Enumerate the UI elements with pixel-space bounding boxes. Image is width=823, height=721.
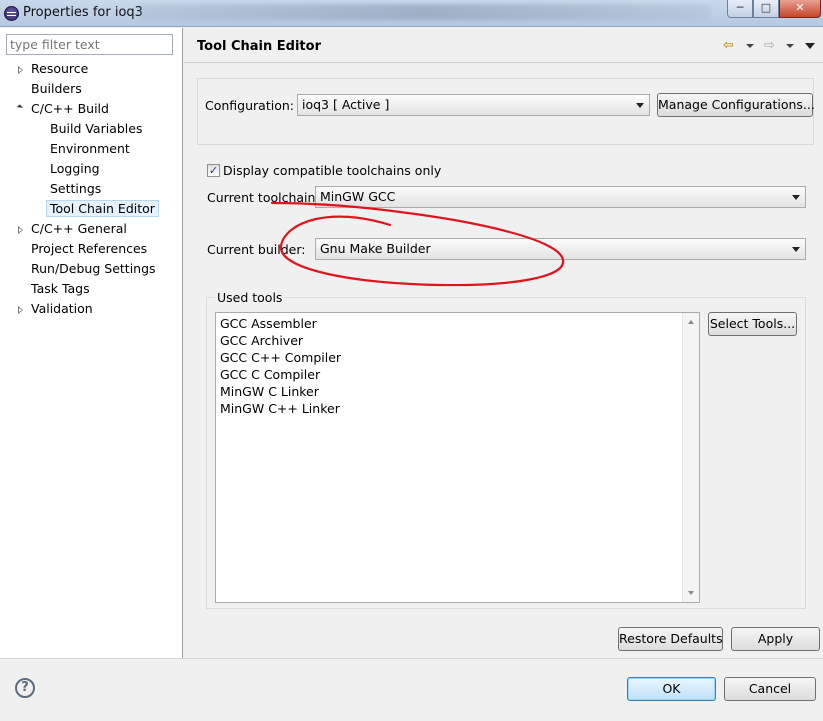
expand-arrow-icon[interactable]	[18, 306, 23, 314]
current-toolchain-select[interactable]: MinGW GCC	[315, 186, 806, 208]
configuration-label: Configuration:	[205, 98, 294, 113]
back-arrow-icon[interactable]: ⇦	[723, 38, 734, 54]
dropdown-arrow-icon	[792, 247, 800, 252]
scroll-up-arrow-icon[interactable]	[688, 320, 694, 324]
tree-item-cpp-general[interactable]: C/C++ General	[18, 220, 127, 240]
list-item[interactable]: GCC Archiver	[220, 332, 303, 349]
tree-item-build-variables[interactable]: Build Variables	[50, 120, 142, 140]
tree-item-settings[interactable]: Settings	[50, 180, 101, 200]
filter-input[interactable]	[6, 34, 173, 55]
list-item[interactable]: GCC C++ Compiler	[220, 349, 341, 366]
manage-configurations-button[interactable]: Manage Configurations...	[657, 93, 815, 117]
window-title: Properties for ioq3	[23, 5, 143, 20]
tree-item-run-debug-settings[interactable]: Run/Debug Settings	[31, 260, 156, 280]
used-tools-title: Used tools	[215, 290, 285, 305]
tree-item-project-references[interactable]: Project References	[31, 240, 147, 260]
window-titlebar: Properties for ioq3 ─ □ ✕	[0, 0, 823, 27]
tree-item-tool-chain-editor[interactable]: Tool Chain Editor	[46, 200, 159, 220]
current-toolchain-label: Current toolchain:	[207, 190, 320, 205]
list-item[interactable]: GCC C Compiler	[220, 366, 320, 383]
display-compatible-checkbox[interactable]: ✓	[207, 164, 220, 177]
configuration-select[interactable]: ioq3 [ Active ]	[297, 94, 650, 116]
used-tools-list[interactable]: GCC Assembler GCC Archiver GCC C++ Compi…	[215, 312, 700, 603]
back-menu-chevron-icon[interactable]	[746, 44, 754, 48]
collapse-arrow-icon[interactable]	[16, 104, 24, 111]
tree-item-validation[interactable]: Validation	[18, 300, 93, 320]
dialog-button-bar: ? OK Cancel	[0, 658, 823, 721]
dropdown-arrow-icon	[792, 195, 800, 200]
tree-item-environment[interactable]: Environment	[50, 140, 130, 160]
help-icon[interactable]: ?	[15, 678, 35, 698]
expand-arrow-icon[interactable]	[18, 66, 23, 74]
current-builder-select[interactable]: Gnu Make Builder	[315, 238, 806, 260]
apply-button[interactable]: Apply	[731, 627, 820, 651]
ok-button[interactable]: OK	[627, 677, 716, 701]
forward-menu-chevron-icon[interactable]	[786, 44, 794, 48]
list-item[interactable]: MinGW C++ Linker	[220, 400, 340, 417]
blurred-taskbar-area	[140, 4, 710, 20]
select-tools-button[interactable]: Select Tools...	[708, 312, 797, 336]
tree-item-cpp-build[interactable]: C/C++ Build	[16, 100, 109, 120]
eclipse-app-icon	[4, 6, 19, 21]
close-window-button[interactable]: ✕	[779, 0, 821, 18]
minimize-button[interactable]: ─	[727, 0, 753, 18]
tree-item-logging[interactable]: Logging	[50, 160, 100, 180]
restore-defaults-button[interactable]: Restore Defaults	[618, 627, 723, 651]
list-item[interactable]: GCC Assembler	[220, 315, 317, 332]
display-compatible-label: Display compatible toolchains only	[223, 163, 442, 178]
list-item[interactable]: MinGW C Linker	[220, 383, 319, 400]
expand-arrow-icon[interactable]	[18, 226, 23, 234]
tree-item-task-tags[interactable]: Task Tags	[31, 280, 90, 300]
current-builder-label: Current builder:	[207, 242, 306, 257]
tree-item-resource[interactable]: Resource	[18, 60, 88, 80]
forward-arrow-icon[interactable]: ⇨	[764, 38, 775, 54]
list-scrollbar[interactable]	[682, 313, 699, 602]
cancel-button[interactable]: Cancel	[724, 677, 816, 701]
configuration-group: Configuration: ioq3 [ Active ] Manage Co…	[197, 78, 815, 145]
preferences-sidebar: Resource Builders C/C++ Build Build Vari…	[0, 28, 183, 658]
page-title: Tool Chain Editor	[197, 39, 321, 54]
tree-item-builders[interactable]: Builders	[31, 80, 82, 100]
title-separator	[184, 62, 823, 63]
maximize-button[interactable]: □	[753, 0, 779, 18]
scroll-down-arrow-icon[interactable]	[688, 591, 694, 595]
property-page: Tool Chain Editor ⇦ ⇨ Configuration: ioq…	[184, 28, 823, 658]
dropdown-arrow-icon	[636, 103, 644, 108]
view-menu-icon[interactable]	[805, 43, 815, 49]
